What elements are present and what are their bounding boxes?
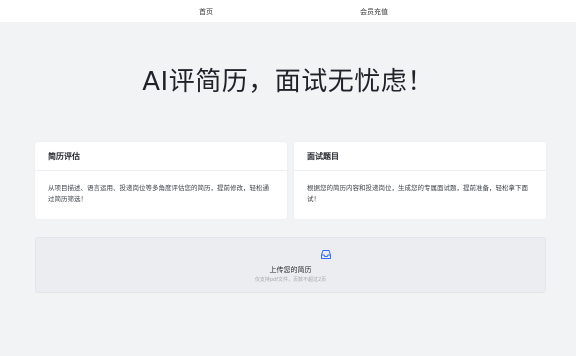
resume-eval-card-title: 简历评估 xyxy=(35,142,287,171)
interview-questions-card-description: 根据您的简历内容和投递岗位，生成您的专属面试题，提前准备，轻松拿下面试！ xyxy=(307,184,528,203)
page-headline: AI评简历，面试无忧虑！ xyxy=(142,67,434,97)
interview-questions-card: 面试题目 根据您的简历内容和投递岗位，生成您的专属面试题，提前准备，轻松拿下面试… xyxy=(294,142,546,219)
top-nav: 首页 会员充值 xyxy=(0,0,576,22)
resume-upload-dropzone[interactable]: 上传您的简历 仅支持pdf文件，页数不超过2页 xyxy=(35,237,546,293)
nav-home-link[interactable]: 首页 xyxy=(199,7,213,17)
inbox-icon xyxy=(321,250,331,259)
interview-questions-card-title: 面试题目 xyxy=(294,142,546,171)
upload-title: 上传您的简历 xyxy=(269,266,312,274)
resume-eval-card: 简历评估 从项目描述、语言运用、投递岗位等多角度评估您的简历，提前修改，轻松通过… xyxy=(35,142,287,219)
resume-eval-card-description: 从项目描述、语言运用、投递岗位等多角度评估您的简历，提前修改，轻松通过简历筛选！ xyxy=(48,184,269,203)
nav-vip-recharge-link[interactable]: 会员充值 xyxy=(360,7,388,17)
upload-hint: 仅支持pdf文件，页数不超过2页 xyxy=(254,277,327,283)
